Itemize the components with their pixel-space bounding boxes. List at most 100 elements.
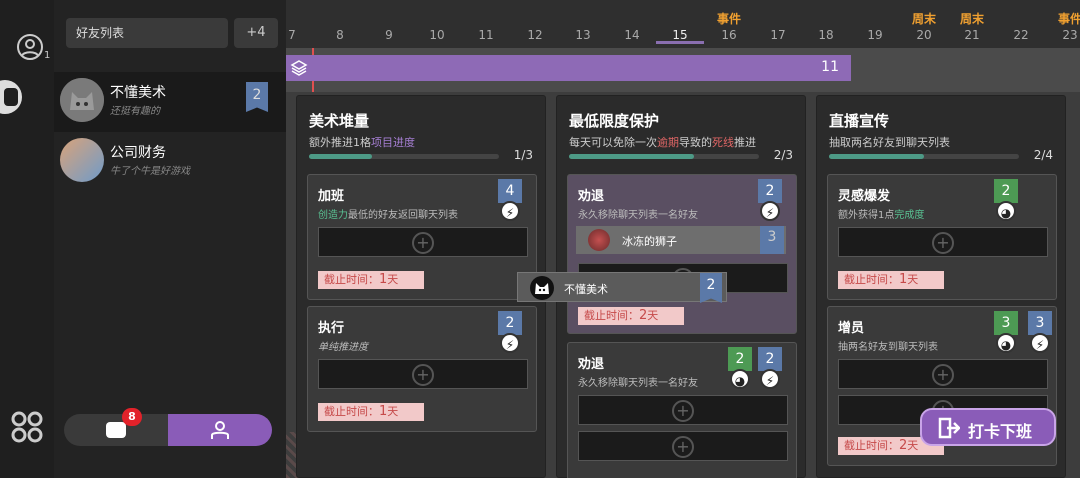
energy-tag: 2 ⚡ (758, 347, 782, 391)
creativity-tag: 3 ◕ (994, 311, 1018, 355)
column-progress-bar (569, 154, 759, 159)
column-desc: 每天可以免除一次逾期导致的死线推进 (569, 136, 756, 149)
punch-out-button[interactable]: 打卡下班 (920, 408, 1056, 446)
day-number: 19 (867, 28, 883, 42)
deadline-label: 截止时间：1天 (318, 403, 424, 421)
day-number: 17 (770, 28, 786, 42)
exit-icon (938, 417, 960, 439)
palette-icon: ◕ (996, 201, 1016, 221)
profile-icon[interactable] (17, 34, 43, 60)
card-title: 增员 (838, 321, 865, 336)
deadline-label: 截止时间：1天 (318, 271, 424, 289)
user-count: 1 (44, 50, 51, 61)
task-column: 美术堆量 额外推进1格项目进度 1/3 加班 创造力最低的好友返回聊天列表 4 ⚡… (296, 95, 546, 478)
friend-list-field[interactable]: 好友列表 (66, 18, 228, 48)
card-desc: 永久移除聊天列表一名好友 (578, 210, 698, 221)
energy-tag: 2 ⚡ (758, 179, 782, 223)
dragged-friend-chip[interactable]: 不懂美术 2 (517, 272, 727, 303)
day-number: 16 (721, 28, 737, 42)
day-number: 21 (964, 28, 980, 42)
day-number: 8 (336, 28, 344, 42)
cat-avatar (60, 78, 104, 122)
layers-icon (290, 60, 308, 76)
column-title: 美术堆量 (309, 112, 370, 130)
day-label-weekend: 周末 (959, 12, 984, 26)
column-title: 直播宣传 (829, 112, 890, 130)
day-number: 23 (1062, 28, 1078, 42)
card-slot[interactable]: + (578, 431, 788, 461)
chat-tab[interactable]: 8 (64, 408, 168, 446)
friends-tab[interactable] (168, 414, 272, 446)
lightning-icon: ⚡ (500, 201, 520, 221)
add-icon: + (672, 400, 694, 422)
task-card[interactable]: 加班 创造力最低的好友返回聊天列表 4 ⚡ + 截止时间：1天 (307, 174, 537, 300)
column-progress-count: 2/3 (773, 148, 793, 162)
friend-item[interactable]: 公司财务 牛了个牛是好游戏 (54, 132, 286, 192)
progress-track-bar[interactable]: 11 (286, 55, 851, 81)
day-number: 9 (385, 28, 393, 42)
energy-tag: 4 ⚡ (498, 179, 522, 223)
card-title: 加班 (318, 189, 345, 204)
lightning-icon: ⚡ (500, 333, 520, 353)
palette-icon: ◕ (996, 333, 1016, 353)
column-desc: 额外推进1格项目进度 (309, 136, 415, 149)
add-icon: + (412, 364, 434, 386)
friend-level-badge: 2 (246, 82, 268, 112)
creativity-tag: 2 ◕ (994, 179, 1018, 223)
card-slot[interactable]: + (318, 359, 528, 389)
column-title: 最低限度保护 (569, 112, 660, 130)
people-icon (211, 421, 229, 439)
card-slot[interactable]: + (578, 395, 788, 425)
card-desc: 抽两名好友到聊天列表 (838, 342, 938, 353)
bot-icon[interactable] (0, 80, 22, 114)
energy-tag: 2 ⚡ (498, 311, 522, 355)
card-desc: 单纯推进度 (318, 342, 368, 353)
column-progress-bar (309, 154, 499, 159)
cat-avatar-icon (530, 276, 554, 300)
card-desc: 额外获得1点完成度 (838, 210, 925, 221)
chat-unread-badge: 8 (122, 408, 142, 426)
day-number: 10 (429, 28, 445, 42)
assigned-friend-tag: 3 (760, 226, 784, 254)
lightning-icon: ⚡ (760, 369, 780, 389)
task-card[interactable]: 执行 单纯推进度 2 ⚡ + 截止时间：1天 (307, 306, 537, 432)
apps-icon[interactable] (10, 410, 44, 444)
friend-status: 还挺有趣的 (110, 106, 160, 117)
friend-item[interactable]: 不懂美术 还挺有趣的 2 (54, 72, 286, 132)
card-desc: 永久移除聊天列表一名好友 (578, 378, 698, 389)
day-number: 22 (1013, 28, 1029, 42)
creativity-tag: 2 ◕ (728, 347, 752, 391)
dragged-friend-name: 不懂美术 (564, 283, 608, 296)
friends-panel: 好友列表 +4 不懂美术 还挺有趣的 2 公司财务 牛了个牛是好游戏 8 (54, 0, 286, 478)
bar-count: 11 (821, 59, 839, 75)
day-number: 20 (916, 28, 932, 42)
card-title: 劝退 (578, 357, 605, 372)
add-icon: + (932, 364, 954, 386)
gradient-avatar (60, 138, 104, 182)
game-screen: 1 好友列表 +4 不懂美术 还挺有趣的 2 公司财务 牛了个牛是好游戏 8 事… (0, 0, 1080, 478)
day-number: 11 (478, 28, 494, 42)
friend-name: 公司财务 (110, 145, 166, 161)
energy-tag: 3 ⚡ (1028, 311, 1052, 355)
friend-search: 好友列表 +4 (66, 18, 282, 48)
card-slot[interactable]: + (838, 227, 1048, 257)
card-desc: 创造力最低的好友返回聊天列表 (318, 210, 458, 221)
day-number: 18 (818, 28, 834, 42)
task-card[interactable]: 劝退 永久移除聊天列表一名好友 2⚡ + 截止时间：2天 (567, 174, 797, 334)
task-card[interactable]: 劝退 永久移除聊天列表一名好友 2 ◕ 2 ⚡ + + (567, 342, 797, 478)
assigned-friend-chip[interactable]: 冰冻的狮子 3 (576, 226, 786, 254)
card-slot[interactable]: + (838, 359, 1048, 389)
task-card[interactable]: 灵感爆发 额外获得1点完成度 2 ◕ + 截止时间：1天 (827, 174, 1057, 300)
day-number: 12 (527, 28, 543, 42)
day-label-event: 事件 (1057, 12, 1080, 26)
current-day-number: 15 (672, 28, 688, 42)
friend-status: 牛了个牛是好游戏 (110, 166, 190, 177)
day-number: 13 (575, 28, 591, 42)
column-progress-bar (829, 154, 1019, 159)
card-title: 劝退 (578, 189, 605, 204)
card-slot[interactable]: + (318, 227, 528, 257)
lightning-icon: ⚡ (760, 201, 780, 221)
day-label-weekend: 周末 (911, 12, 936, 26)
add-icon: + (412, 232, 434, 254)
friends-bottom-bar: 8 (54, 408, 286, 448)
